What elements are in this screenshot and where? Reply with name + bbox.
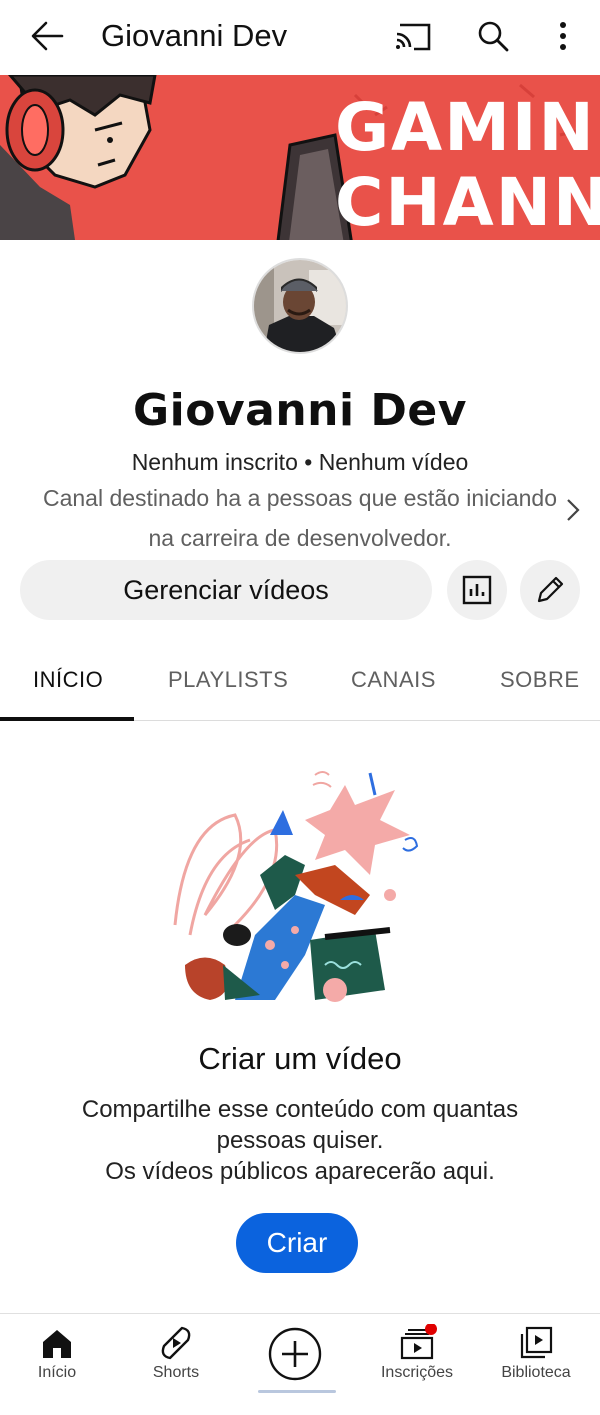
active-tab-indicator	[0, 717, 134, 721]
back-arrow-icon[interactable]	[26, 16, 68, 56]
nav-item-biblioteca[interactable]: Biblioteca	[481, 1314, 591, 1394]
nav-label-shorts: Shorts	[152, 1364, 200, 1381]
home-icon	[37, 1324, 77, 1362]
bottom-navigation: Início Shorts Inscrições Biblioteca	[0, 1313, 600, 1394]
tab-inicio[interactable]: INÍCIO	[33, 648, 103, 718]
nav-item-inscricoes[interactable]: Inscrições	[362, 1314, 472, 1394]
top-app-bar: Giovanni Dev	[0, 0, 600, 75]
channel-avatar[interactable]	[252, 258, 348, 354]
empty-state-title: Criar um vídeo	[198, 1041, 402, 1076]
edit-channel-button[interactable]	[520, 560, 580, 620]
tab-canais[interactable]: CANAIS	[351, 648, 436, 718]
nav-label-inicio: Início	[37, 1364, 77, 1381]
create-video-illustration	[165, 765, 440, 1010]
nav-item-shorts[interactable]: Shorts	[121, 1314, 231, 1394]
analytics-button[interactable]	[447, 560, 507, 620]
empty-state-line-2: pessoas quiser.	[216, 1127, 384, 1154]
create-plus-icon[interactable]	[268, 1327, 322, 1381]
chevron-right-icon[interactable]	[560, 494, 586, 526]
edit-pencil-icon	[537, 576, 564, 603]
tab-playlists[interactable]: PLAYLISTS	[168, 648, 288, 718]
create-button[interactable]: Criar	[236, 1213, 358, 1273]
channel-tabs: INÍCIO PLAYLISTS CANAIS SOBRE	[0, 648, 600, 721]
empty-state-message: Compartilhe esse conteúdo com quantas pe…	[40, 1094, 560, 1187]
channel-description[interactable]: Canal destinado ha a pessoas que estão i…	[40, 478, 560, 558]
library-icon	[516, 1324, 556, 1362]
banner-text-line1: GAMIN	[335, 89, 596, 166]
manage-videos-button[interactable]: Gerenciar vídeos	[20, 560, 432, 620]
banner-text-line2: CHANN	[335, 164, 600, 240]
nav-item-inicio[interactable]: Início	[2, 1314, 112, 1394]
channel-banner: GAMIN CHANN	[0, 75, 600, 240]
search-icon[interactable]	[472, 16, 514, 56]
cast-icon[interactable]	[392, 16, 434, 56]
nav-label-biblioteca: Biblioteca	[501, 1364, 571, 1381]
banner-illustration: GAMIN CHANN	[0, 75, 600, 240]
shorts-icon	[156, 1324, 196, 1362]
empty-state-line-3: Os vídeos públicos aparecerão aqui.	[105, 1158, 495, 1185]
page-title: Giovanni Dev	[101, 18, 288, 53]
empty-state-line-1: Compartilhe esse conteúdo com quantas	[81, 1096, 519, 1123]
analytics-icon	[462, 575, 492, 605]
channel-stats: Nenhum inscrito • Nenhum vídeo	[131, 449, 469, 475]
tab-sobre[interactable]: SOBRE	[500, 648, 580, 718]
gesture-handle[interactable]	[258, 1390, 336, 1393]
system-navigation-bar	[0, 1393, 600, 1415]
nav-label-inscricoes: Inscrições	[380, 1364, 454, 1381]
more-vert-icon[interactable]	[545, 16, 581, 56]
subscriptions-icon	[397, 1323, 437, 1362]
channel-name: Giovanni Dev	[133, 385, 467, 436]
